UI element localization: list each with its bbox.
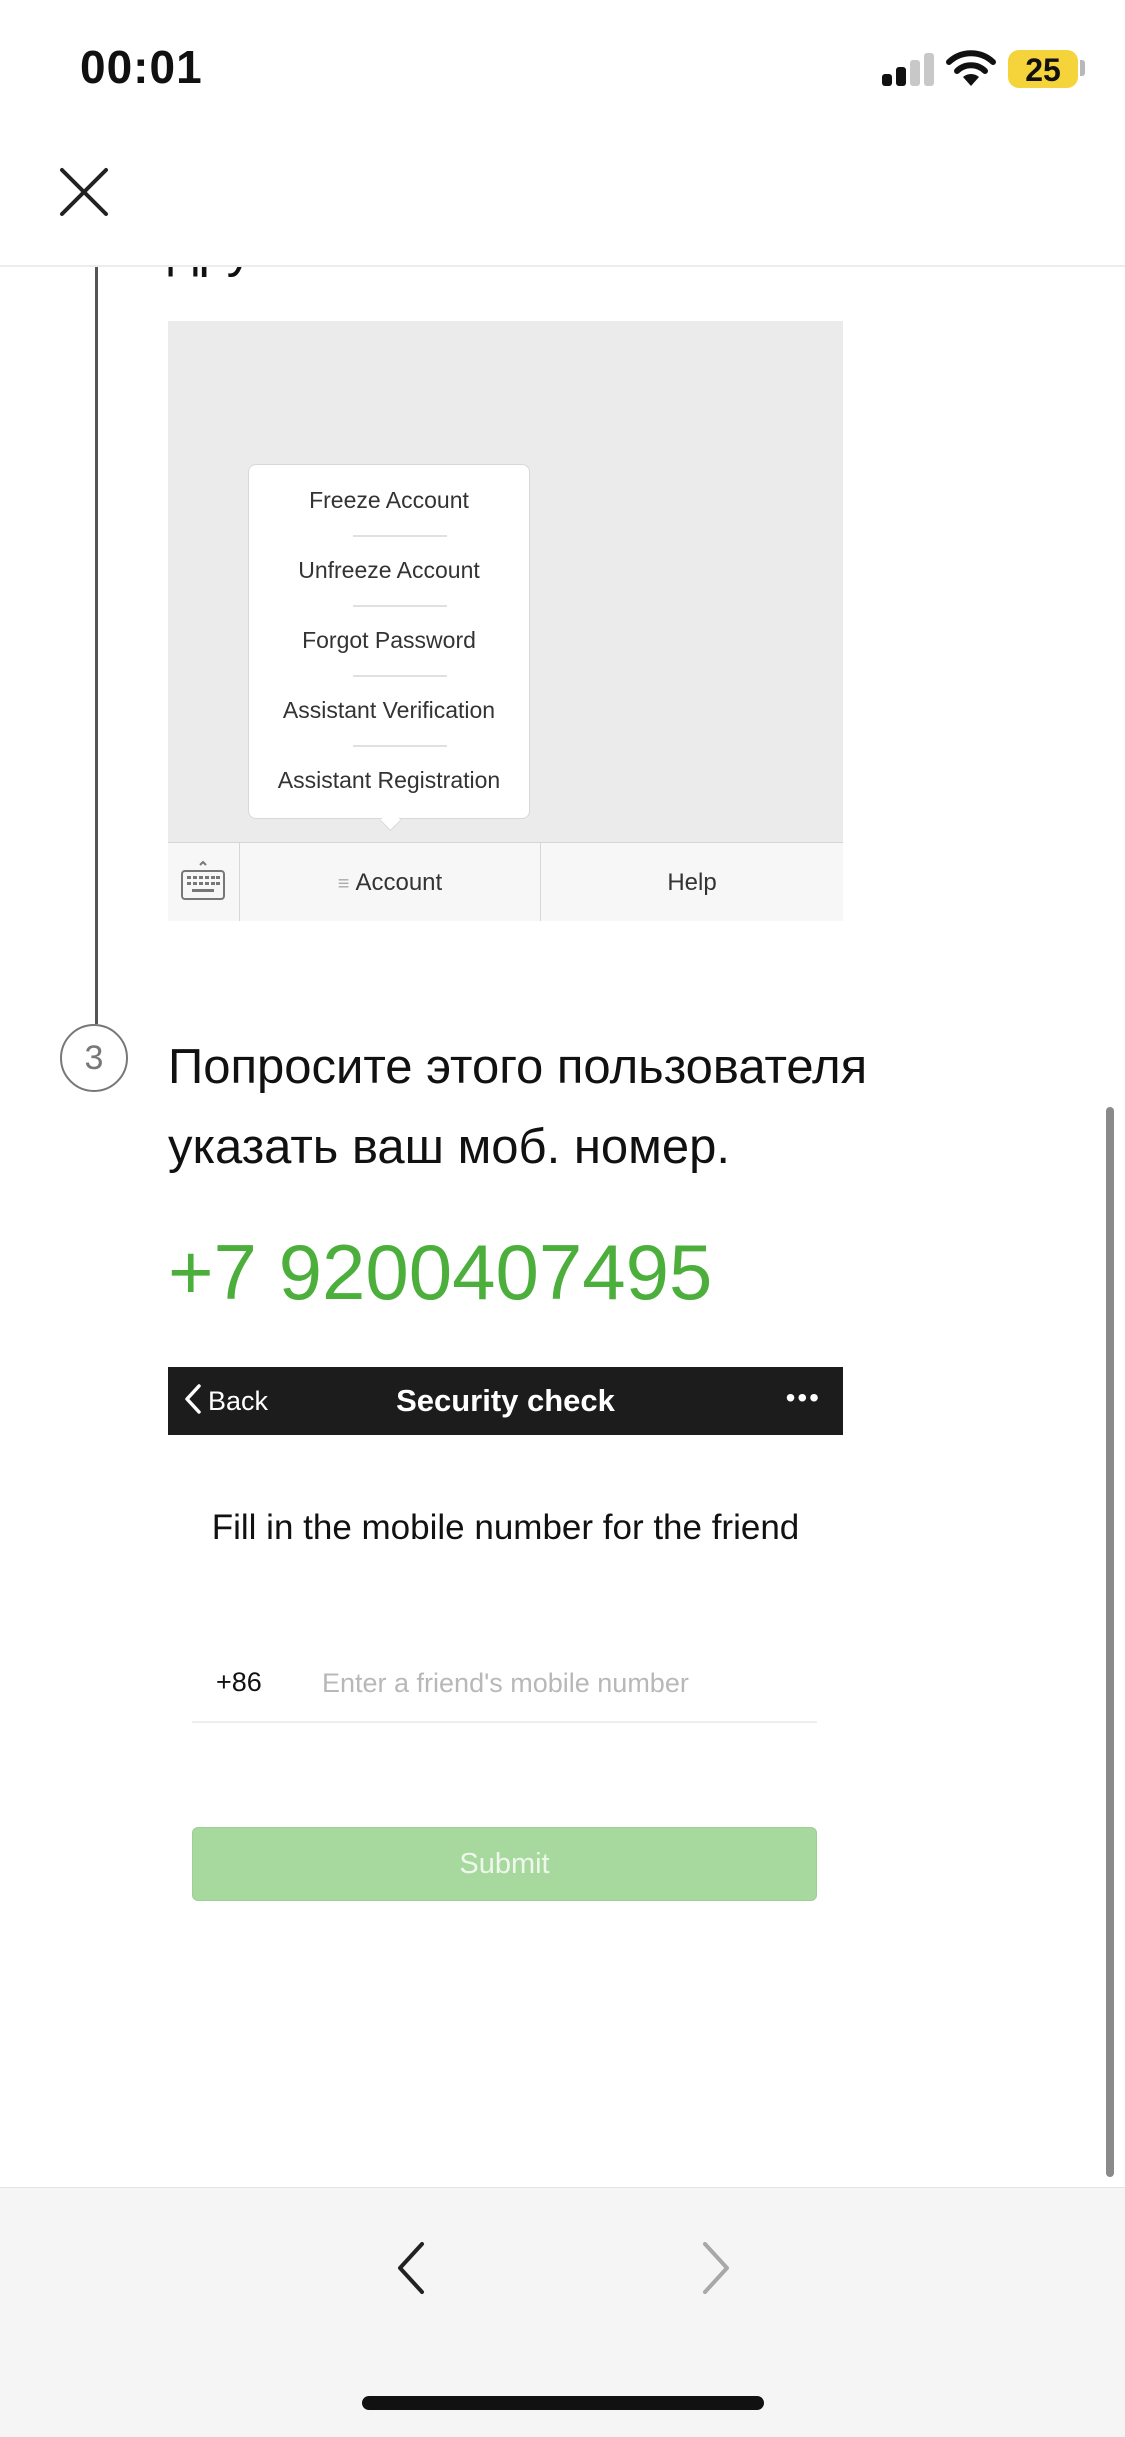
step-2-partial-title: друга:: [168, 267, 314, 279]
account-popup-menu: Freeze Account Unfreeze Account Forgot P…: [248, 464, 530, 819]
status-time: 00:01: [80, 41, 203, 93]
security-check-screenshot: Back Security check ••• Fill in the mobi…: [168, 1367, 843, 1957]
battery-level: 25: [1025, 52, 1061, 88]
submit-button[interactable]: Submit: [192, 1827, 817, 1901]
popup-item-unfreeze-account[interactable]: Unfreeze Account: [249, 535, 529, 605]
close-icon[interactable]: [52, 160, 116, 224]
friend-mobile-input[interactable]: [322, 1653, 802, 1713]
menu-tab-account[interactable]: ≡ Account: [240, 843, 541, 921]
step-3-text: Попросите этого пользователя указать ваш…: [168, 1040, 868, 1174]
step-3-number: 3: [60, 1024, 128, 1092]
keyboard-toggle-button[interactable]: [168, 843, 240, 921]
cellular-signal-icon: [882, 52, 934, 86]
popup-item-forgot-password[interactable]: Forgot Password: [249, 605, 529, 675]
chevron-left-icon[interactable]: [390, 2236, 434, 2300]
popup-item-assistant-verification[interactable]: Assistant Verification: [249, 675, 529, 745]
security-instruction: Fill in the mobile number for the friend: [211, 1508, 800, 1547]
popup-item-assistant-registration[interactable]: Assistant Registration: [249, 745, 529, 815]
country-code-selector[interactable]: +86: [216, 1667, 262, 1698]
security-check-title: Security check: [396, 1383, 615, 1418]
status-bar: 00:01 25: [0, 0, 1125, 130]
keyboard-icon: [181, 861, 225, 900]
security-check-header: Back Security check •••: [168, 1367, 843, 1435]
timeline-line: [95, 267, 98, 1024]
phone-number: +7 9200407495: [168, 1228, 713, 1316]
guide-content: друга: Freeze Account Unfreeze Account F…: [0, 267, 1125, 2187]
wifi-icon: [946, 50, 996, 86]
page-scrollbar[interactable]: [1106, 1107, 1114, 2177]
chat-bottom-menu: ≡ Account Help: [168, 842, 843, 921]
account-menu-screenshot: Freeze Account Unfreeze Account Forgot P…: [168, 321, 843, 921]
battery-nub: [1080, 60, 1085, 76]
popup-item-freeze-account[interactable]: Freeze Account: [249, 465, 529, 535]
menu-lines-icon: ≡: [337, 873, 350, 895]
menu-account-label: Account: [355, 869, 443, 896]
chevron-right-icon[interactable]: [693, 2236, 737, 2300]
home-indicator: [362, 2396, 764, 2410]
more-options-icon[interactable]: •••: [786, 1367, 821, 1435]
menu-tab-help[interactable]: Help: [541, 843, 843, 921]
input-underline: [192, 1721, 817, 1723]
battery-indicator: 25: [1008, 50, 1078, 88]
